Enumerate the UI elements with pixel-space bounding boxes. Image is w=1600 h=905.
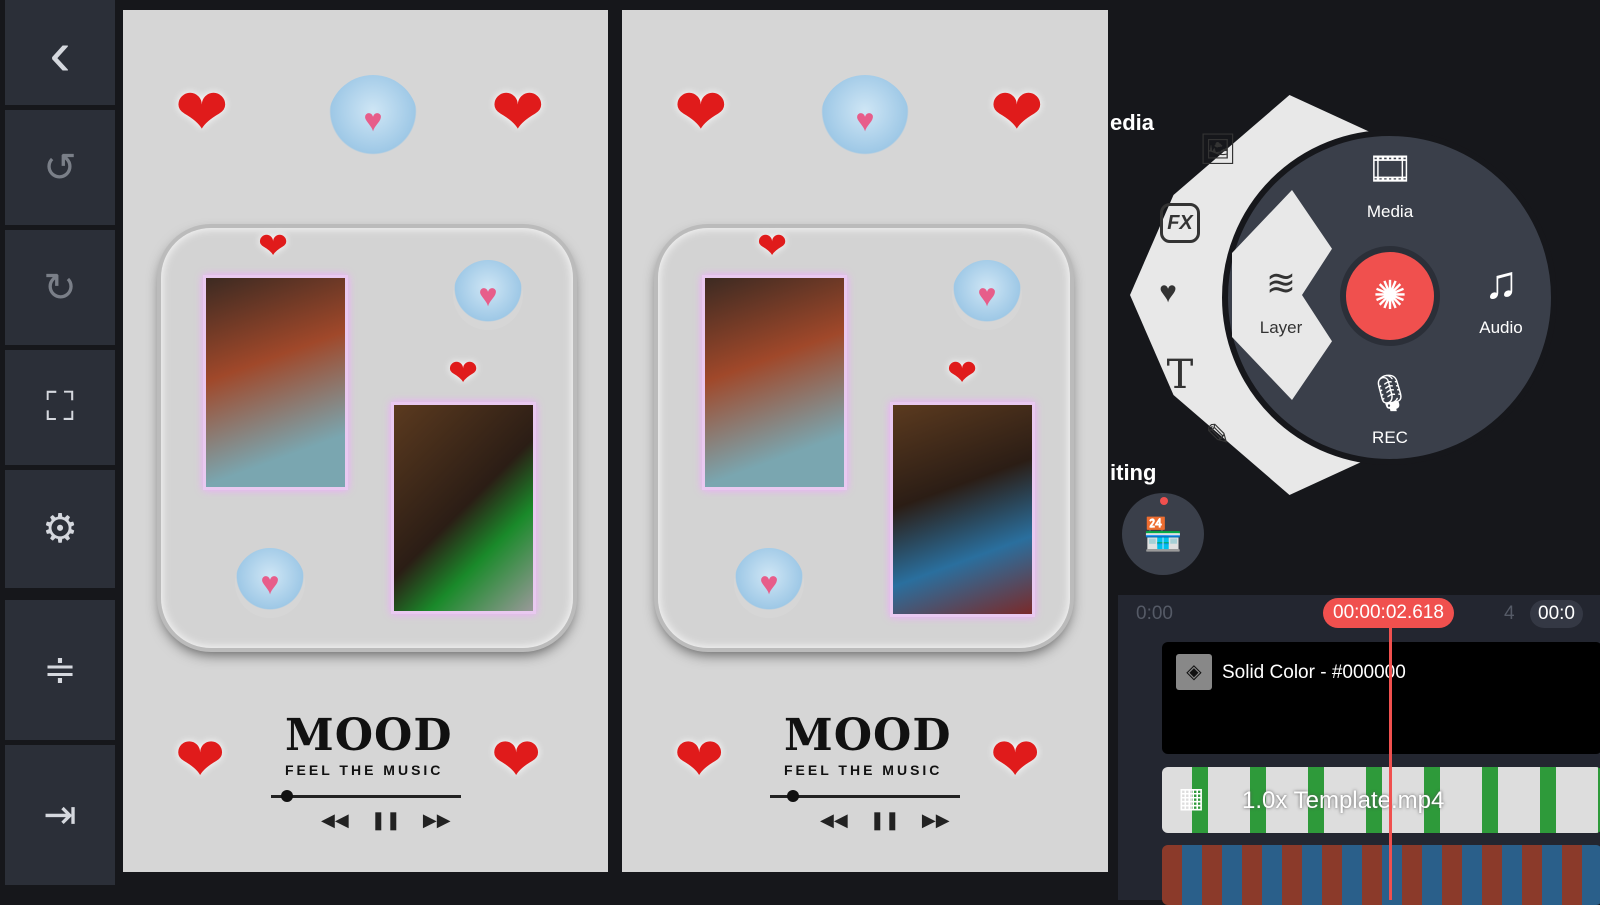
back-button[interactable]: ‹ [5, 0, 115, 105]
timeline[interactable]: 0:00 4 00:0 ◈ Solid Color - #000000 ▦ 1.… [1118, 595, 1600, 905]
mood-subtitle: FEEL THE MUSIC [784, 762, 943, 778]
player-controls: ◀◀ ❚❚ ▶▶ [820, 810, 950, 831]
solid-color-clip[interactable]: ◈ Solid Color - #000000 [1162, 642, 1600, 754]
media-icon: 🎞 [1367, 148, 1413, 189]
preview-right[interactable]: ❤ ❤ ♥ ❤ ♥ ❤ ♥ ❤ ❤ MOOD FEEL THE MUSIC ◀◀… [622, 10, 1108, 872]
heart-sticker: ❤ [757, 225, 788, 266]
heart-sticker: ❤ [491, 726, 542, 793]
music-note-icon: ♫ [1483, 256, 1519, 308]
photo-man-page-curl [391, 402, 536, 614]
microphone-icon: 🎙 [1367, 372, 1413, 413]
notification-dot [1160, 497, 1168, 505]
photo-clip[interactable] [1162, 845, 1600, 905]
mood-title: MOOD [784, 710, 952, 761]
track-height-icon: ≑ [43, 648, 77, 692]
couple-sticker: ♥ [952, 260, 1022, 330]
heart-sticker: ❤ [674, 76, 728, 148]
template-clip[interactable]: ▦ 1.0x Template.mp4 [1162, 767, 1600, 833]
pause-icon: ❚❚ [869, 810, 900, 830]
media-button[interactable]: Media [1345, 202, 1435, 222]
chevron-left-icon: ‹ [49, 16, 71, 89]
brush-icon: ✎ [1205, 419, 1231, 452]
store-icon: 🏪 [1143, 516, 1183, 552]
capture-record-button[interactable]: ✺ [1340, 246, 1440, 346]
layer-label: Layer [1259, 318, 1303, 337]
couple-sticker: ♥ [453, 260, 523, 330]
sticker-icon: ♥ [1159, 276, 1177, 309]
heart-sticker: ❤ [947, 352, 978, 393]
heart-sticker: ❤ [175, 76, 229, 148]
redo-icon: ↻ [43, 265, 77, 310]
photo-woman [702, 275, 847, 490]
heart-sticker: ❤ [990, 76, 1044, 148]
rewind-icon: ◀◀ [820, 810, 848, 830]
pause-icon: ❚❚ [370, 810, 401, 830]
handwriting-button[interactable]: ✎ [1188, 418, 1248, 453]
screenshot-icon: ⛶ [46, 385, 74, 429]
undo-button[interactable]: ↺ [5, 110, 115, 225]
editing-label: iting [1110, 460, 1157, 485]
fx-icon: FX [1167, 212, 1193, 234]
undo-icon: ↺ [43, 145, 77, 190]
paint-bucket-icon: ◈ [1176, 654, 1212, 690]
heart-sticker: ❤ [990, 726, 1041, 793]
time-tick: 4 [1504, 603, 1515, 624]
track-height-button[interactable]: ≑ [5, 600, 115, 740]
mood-subtitle: FEEL THE MUSIC [285, 762, 444, 778]
heart-sticker: ❤ [175, 726, 226, 793]
heart-sticker: ❤ [448, 352, 479, 393]
rewind-icon: ◀◀ [321, 810, 349, 830]
asset-store-button[interactable]: 🏪 [1122, 493, 1204, 575]
heart-sticker: ❤ [491, 76, 545, 148]
export-button[interactable]: ⇥ [5, 745, 115, 885]
media-label: edia [1110, 110, 1155, 135]
text-button[interactable]: T [1150, 352, 1210, 398]
time-end: 00:0 [1530, 600, 1583, 628]
progress-bar [271, 795, 461, 798]
photo-woman [203, 275, 348, 490]
rec-button[interactable]: REC [1345, 428, 1435, 448]
image-video-button[interactable]: 🖼 [1188, 132, 1248, 167]
forward-icon: ▶▶ [422, 810, 451, 830]
audio-button[interactable]: Audio [1456, 318, 1546, 338]
mood-title: MOOD [285, 710, 453, 761]
settings-button[interactable]: ⚙ [5, 470, 115, 588]
clip-label: Solid Color - #000000 [1222, 662, 1406, 683]
gear-icon: ⚙ [42, 507, 78, 551]
time-start: 0:00 [1136, 603, 1173, 624]
heart-sticker: ❤ [258, 225, 289, 266]
layers-icon: ≋ [1265, 262, 1297, 303]
redo-button[interactable]: ↻ [5, 230, 115, 345]
couple-sticker: ♥ [734, 548, 804, 618]
forward-icon: ▶▶ [921, 810, 950, 830]
photo-man [890, 402, 1035, 617]
progress-knob [281, 790, 293, 802]
film-icon: ▦ [1178, 782, 1205, 813]
image-video-icon: 🖼 [1198, 133, 1238, 166]
clip-label: 1.0x Template.mp4 [1242, 787, 1445, 814]
text-icon: T [1166, 352, 1194, 398]
couple-sticker: ♥ [820, 75, 910, 165]
sticker-button[interactable]: ♥ [1138, 276, 1198, 310]
couple-sticker: ♥ [328, 75, 418, 165]
capture-button[interactable]: ⛶ [5, 350, 115, 465]
effects-button[interactable]: FX [1160, 203, 1200, 243]
heart-sticker: ❤ [674, 726, 725, 793]
preview-left[interactable]: ❤ ❤ ♥ ❤ ♥ ❤ ♥ ❤ ❤ MOOD FEEL THE MUSIC ◀◀… [123, 10, 608, 872]
progress-knob [787, 790, 799, 802]
couple-sticker: ♥ [235, 548, 305, 618]
player-controls: ◀◀ ❚❚ ▶▶ [321, 810, 451, 831]
playhead-line[interactable] [1389, 615, 1392, 900]
export-icon: ⇥ [43, 793, 77, 837]
camera-shutter-icon: ✺ [1373, 274, 1407, 318]
playhead-time[interactable]: 00:00:02.618 [1323, 598, 1454, 628]
